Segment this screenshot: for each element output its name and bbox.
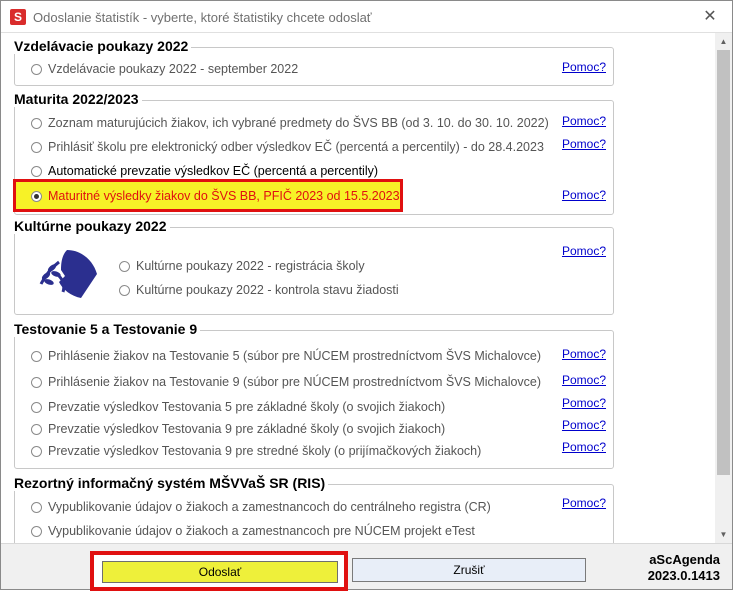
help-link[interactable]: Pomoc? bbox=[562, 418, 606, 432]
option-label: Vypublikovanie údajov o žiakoch a zamest… bbox=[48, 524, 475, 538]
help-link[interactable]: Pomoc? bbox=[562, 114, 606, 128]
option-ris-etest[interactable]: Vypublikovanie údajov o žiakoch a zamest… bbox=[31, 522, 475, 540]
help-link[interactable]: Pomoc? bbox=[562, 496, 606, 510]
option-prihlasit-skolu[interactable]: Prihlásiť školu pre elektronický odber v… bbox=[31, 138, 544, 156]
brand-name: aScAgenda bbox=[649, 552, 720, 567]
send-button[interactable]: Odoslať bbox=[102, 561, 338, 583]
cancel-button[interactable]: Zrušiť bbox=[352, 558, 586, 582]
option-zoznam-maturujucich[interactable]: Zoznam maturujúcich žiakov, ich vybrané … bbox=[31, 114, 549, 132]
option-label: Prihlásenie žiakov na Testovanie 5 (súbo… bbox=[48, 349, 542, 363]
group-kulturne-poukazy: Kultúrne poukazy 2022 Kultúrne poukazy 2… bbox=[11, 218, 614, 315]
option-kulturne-registracia[interactable]: Kultúrne poukazy 2022 - registrácia škol… bbox=[119, 257, 365, 275]
radio-icon[interactable] bbox=[31, 141, 42, 153]
scrollbar-thumb[interactable] bbox=[717, 50, 730, 475]
help-link[interactable]: Pomoc? bbox=[562, 137, 606, 151]
dialog-footer: Odoslať Zrušiť aScAgenda 2023.0.1413 bbox=[1, 543, 732, 591]
group-ris: Rezortný informačný systém MŠVVaŠ SR (RI… bbox=[11, 475, 614, 543]
app-icon: S bbox=[10, 9, 26, 25]
version-label: 2023.0.1413 bbox=[647, 568, 720, 583]
radio-icon[interactable] bbox=[31, 376, 42, 388]
option-label: Automatické prevzatie výsledkov EČ (perc… bbox=[48, 164, 379, 178]
window-title: Odoslanie štatistík - vyberte, ktoré šta… bbox=[33, 10, 372, 25]
help-link[interactable]: Pomoc? bbox=[562, 396, 606, 410]
group-testovanie: Testovanie 5 a Testovanie 9 Prihlásenie … bbox=[11, 321, 614, 469]
radio-icon[interactable] bbox=[119, 260, 130, 272]
radio-icon[interactable] bbox=[31, 63, 42, 75]
scroll-up-arrow-icon[interactable]: ▲ bbox=[715, 33, 732, 50]
group-title: Maturita 2022/2023 bbox=[11, 91, 142, 107]
radio-icon[interactable] bbox=[31, 445, 42, 457]
option-label: Prevzatie výsledkov Testovania 9 pre zák… bbox=[48, 422, 446, 436]
radio-checked-icon[interactable] bbox=[31, 190, 42, 202]
option-label: Prevzatie výsledkov Testovania 5 pre zák… bbox=[48, 400, 446, 414]
option-label: Vypublikovanie údajov o žiakoch a zamest… bbox=[48, 500, 491, 514]
radio-icon[interactable] bbox=[119, 284, 130, 296]
option-maturitne-vysledky[interactable]: Maturitné výsledky žiakov do ŠVS BB, PFI… bbox=[31, 187, 400, 205]
help-link[interactable]: Pomoc? bbox=[562, 60, 606, 74]
title-bar: S Odoslanie štatistík - vyberte, ktoré š… bbox=[1, 1, 732, 33]
option-label: Kultúrne poukazy 2022 - kontrola stavu ž… bbox=[136, 283, 399, 297]
option-label: Maturitné výsledky žiakov do ŠVS BB, PFI… bbox=[48, 189, 400, 203]
option-label: Prihlásiť školu pre elektronický odber v… bbox=[48, 140, 544, 154]
help-link[interactable]: Pomoc? bbox=[562, 440, 606, 454]
option-label: Prevzatie výsledkov Testovania 9 pre str… bbox=[48, 444, 482, 458]
help-link[interactable]: Pomoc? bbox=[562, 244, 606, 258]
statistics-list: Vzdelávacie poukazy 2022 Vzdelávacie pou… bbox=[1, 33, 715, 543]
radio-icon[interactable] bbox=[31, 165, 42, 177]
dialog-window: S Odoslanie štatistík - vyberte, ktoré š… bbox=[0, 0, 733, 591]
help-link[interactable]: Pomoc? bbox=[562, 188, 606, 202]
group-title: Testovanie 5 a Testovanie 9 bbox=[11, 321, 201, 337]
group-vzdelavacie-poukazy: Vzdelávacie poukazy 2022 Vzdelávacie pou… bbox=[11, 38, 614, 86]
highlighted-option-frame: Maturitné výsledky žiakov do ŠVS BB, PFI… bbox=[13, 179, 403, 212]
option-label: Prihlásenie žiakov na Testovanie 9 (súbo… bbox=[48, 375, 542, 389]
option-vzdelavacie-poukazy-september[interactable]: Vzdelávacie poukazy 2022 - september 202… bbox=[31, 60, 298, 78]
radio-icon[interactable] bbox=[31, 501, 42, 513]
group-title: Rezortný informačný systém MŠVVaŠ SR (RI… bbox=[11, 475, 329, 491]
radio-icon[interactable] bbox=[31, 350, 42, 362]
kulturne-poukazy-logo-icon bbox=[39, 250, 97, 298]
vertical-scrollbar[interactable]: ▲ ▼ bbox=[715, 33, 732, 543]
close-button[interactable]: ✕ bbox=[698, 5, 722, 29]
option-kulturne-kontrola[interactable]: Kultúrne poukazy 2022 - kontrola stavu ž… bbox=[119, 281, 399, 299]
option-label: Vzdelávacie poukazy 2022 - september 202… bbox=[48, 62, 299, 76]
group-title: Kultúrne poukazy 2022 bbox=[11, 218, 170, 234]
group-title: Vzdelávacie poukazy 2022 bbox=[11, 38, 192, 54]
option-automaticke-prevzatie[interactable]: Automatické prevzatie výsledkov EČ (perc… bbox=[31, 162, 378, 180]
option-ris-cr[interactable]: Vypublikovanie údajov o žiakoch a zamest… bbox=[31, 498, 491, 516]
option-prihlasenie-t9[interactable]: Prihlásenie žiakov na Testovanie 9 (súbo… bbox=[31, 373, 541, 391]
radio-icon[interactable] bbox=[31, 401, 42, 413]
radio-icon[interactable] bbox=[31, 423, 42, 435]
option-label: Zoznam maturujúcich žiakov, ich vybrané … bbox=[48, 116, 549, 130]
option-prevzatie-t9-zs[interactable]: Prevzatie výsledkov Testovania 9 pre zák… bbox=[31, 420, 445, 438]
option-prevzatie-t5-zs[interactable]: Prevzatie výsledkov Testovania 5 pre zák… bbox=[31, 398, 445, 416]
option-prevzatie-t9-ss[interactable]: Prevzatie výsledkov Testovania 9 pre str… bbox=[31, 442, 481, 460]
radio-icon[interactable] bbox=[31, 525, 42, 537]
send-button-highlight: Odoslať bbox=[90, 551, 348, 591]
radio-icon[interactable] bbox=[31, 117, 42, 129]
help-link[interactable]: Pomoc? bbox=[562, 347, 606, 361]
scroll-down-arrow-icon[interactable]: ▼ bbox=[715, 526, 732, 543]
option-prihlasenie-t5[interactable]: Prihlásenie žiakov na Testovanie 5 (súbo… bbox=[31, 347, 541, 365]
option-label: Kultúrne poukazy 2022 - registrácia škol… bbox=[136, 259, 365, 273]
help-link[interactable]: Pomoc? bbox=[562, 373, 606, 387]
brand-info: aScAgenda 2023.0.1413 bbox=[648, 552, 720, 584]
